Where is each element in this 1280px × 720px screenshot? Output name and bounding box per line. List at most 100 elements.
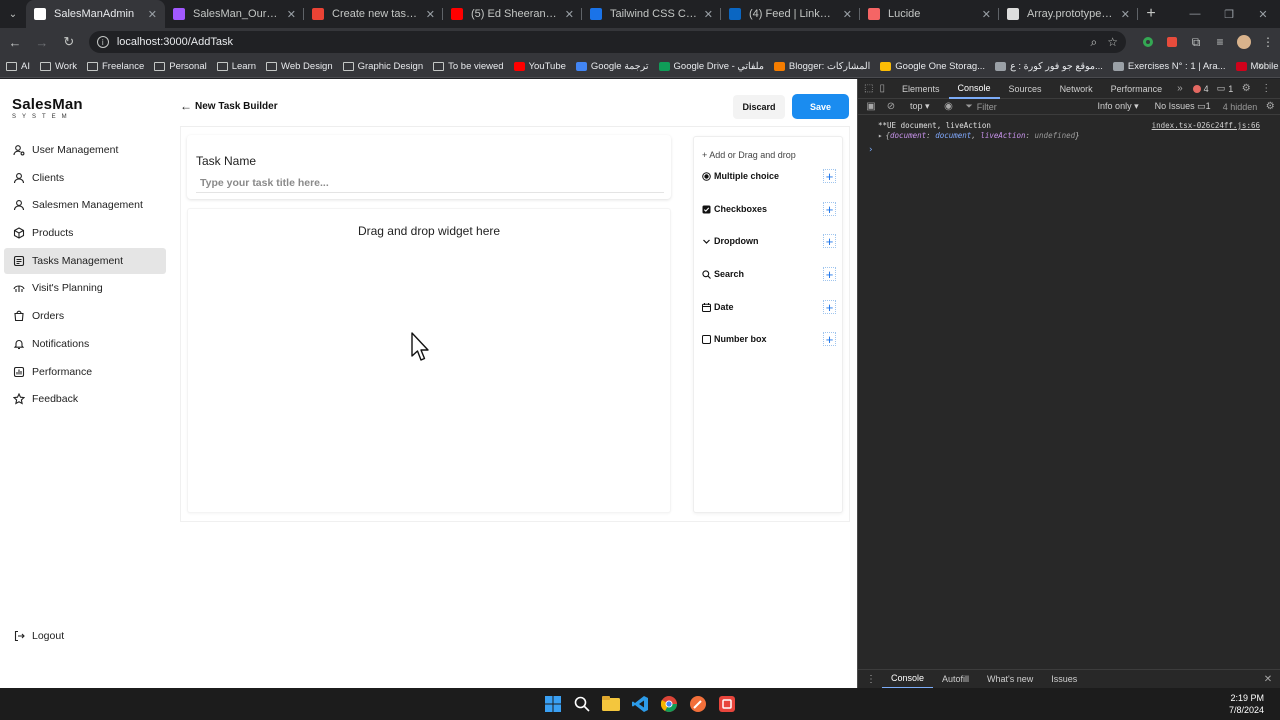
forward-icon[interactable]: →	[30, 30, 54, 54]
live-expression-eye-icon[interactable]: ◉	[942, 100, 956, 114]
sidebar-item-notifications[interactable]: Notifications	[4, 331, 166, 357]
bookmark-item[interactable]: Work	[39, 61, 77, 72]
profile-avatar[interactable]	[1232, 30, 1256, 54]
bookmark-item[interactable]: YouTube	[513, 61, 566, 72]
url-text[interactable]: localhost:3000/AddTask	[117, 36, 1081, 48]
tab-close-icon[interactable]: ✕	[148, 8, 157, 21]
console-filter-input[interactable]: ⏷ Filter	[966, 100, 1090, 114]
drawer-tab-autofill[interactable]: Autofill	[933, 670, 978, 689]
sidebar-item-clients[interactable]: Clients	[4, 165, 166, 191]
sidebar-item-feedback[interactable]: Feedback	[4, 386, 166, 412]
bookmark-item[interactable]: Exercises N° : 1 | Ara...	[1112, 61, 1226, 72]
tab-close-icon[interactable]: ✕	[1121, 8, 1130, 21]
close-drawer-icon[interactable]: ✕	[1261, 672, 1275, 686]
widget-checkboxes[interactable]: Checkboxes +	[702, 200, 836, 218]
tab-close-icon[interactable]: ✕	[565, 8, 574, 21]
devtools-tab-performance[interactable]: Performance	[1102, 79, 1172, 99]
context-selector[interactable]: top ▾	[910, 101, 930, 112]
sidebar-item-orders[interactable]: Orders	[4, 303, 166, 329]
widget-search[interactable]: Search +	[702, 265, 836, 283]
bookmark-item[interactable]: Graphic Design	[342, 61, 423, 72]
bookmark-item[interactable]: Web Design	[266, 61, 333, 72]
media-control-icon[interactable]: ≡	[1208, 30, 1232, 54]
console-prompt[interactable]: ›	[858, 145, 1280, 155]
save-button[interactable]: Save	[792, 94, 849, 119]
bookmark-star-icon[interactable]: ☆	[1107, 35, 1118, 49]
add-widget-plus-icon[interactable]: +	[823, 267, 836, 282]
bookmarks-overflow-icon[interactable]: »	[1258, 60, 1264, 72]
tab-close-icon[interactable]: ✕	[426, 8, 435, 21]
devtools-menu-icon[interactable]: ⋮	[1259, 82, 1273, 96]
error-counter[interactable]: 4	[1192, 84, 1209, 94]
add-widget-plus-icon[interactable]: +	[823, 300, 836, 315]
tab-close-icon[interactable]: ✕	[843, 8, 852, 21]
console-settings-icon[interactable]: ⚙	[1263, 100, 1277, 114]
console-log-object[interactable]: ▸ {document: document, liveAction: undefi…	[858, 131, 1280, 141]
red-app-icon[interactable]	[715, 692, 739, 716]
bookmark-item[interactable]: Learn	[216, 61, 256, 72]
browser-tab[interactable]: SalesManAdmin ✕	[26, 0, 165, 28]
browser-tab[interactable]: Create new task | #86enm ✕	[304, 0, 443, 28]
drawer-tab-console[interactable]: Console	[882, 670, 934, 689]
browser-tab[interactable]: Tailwind CSS Cheat Sheet ✕	[582, 0, 721, 28]
back-icon[interactable]: ←	[3, 30, 27, 54]
bookmark-item[interactable]: موقع جو فور كورة : ع...	[995, 61, 1103, 72]
system-clock[interactable]: 2:19 PM 7/8/2024	[1229, 692, 1264, 716]
devtools-tab-elements[interactable]: Elements	[893, 79, 949, 99]
extension-green-icon[interactable]	[1136, 30, 1160, 54]
browser-tab[interactable]: Array.prototype.toSpliced ✕	[999, 0, 1138, 28]
settings-gear-icon[interactable]: ⚙	[1239, 82, 1253, 96]
task-title-input[interactable]	[196, 173, 664, 193]
drawer-tab-what-s-new[interactable]: What's new	[978, 670, 1042, 689]
chrome-menu-icon[interactable]: ⋮	[1256, 30, 1280, 54]
add-widget-plus-icon[interactable]: +	[823, 332, 836, 347]
restore-icon[interactable]: ❐	[1212, 0, 1246, 28]
tab-close-icon[interactable]: ✕	[704, 8, 713, 21]
file-explorer-icon[interactable]	[599, 692, 623, 716]
sidebar-item-salesmen-management[interactable]: Salesmen Management	[4, 192, 166, 218]
site-info-icon[interactable]: i	[96, 36, 109, 48]
bookmark-item[interactable]: Blogger: المشاركات	[773, 61, 870, 72]
devtools-tab-console[interactable]: Console	[948, 79, 1000, 99]
new-tab-button[interactable]: +	[1138, 0, 1164, 28]
discard-button[interactable]: Discard	[733, 95, 785, 119]
bookmark-item[interactable]: Personal	[154, 61, 207, 72]
widget-dropdown[interactable]: Dropdown +	[702, 232, 836, 250]
bookmark-item[interactable]: Google One Storag...	[880, 61, 985, 72]
logout-button[interactable]: Logout	[12, 629, 64, 643]
clear-console-icon[interactable]: ⊘	[884, 100, 898, 114]
sidebar-item-user-management[interactable]: User Management	[4, 137, 166, 163]
sidebar-item-performance[interactable]: Performance	[4, 359, 166, 385]
drawer-tab-issues[interactable]: Issues	[1042, 670, 1086, 689]
sidebar-toggle-icon[interactable]: ▣	[864, 100, 878, 114]
bookmark-item[interactable]: Google ترجمة	[575, 61, 649, 72]
add-widget-plus-icon[interactable]: +	[823, 234, 836, 249]
bookmark-item[interactable]: AI	[6, 61, 30, 72]
extension-red-icon[interactable]	[1160, 30, 1184, 54]
browser-tab[interactable]: (5) Ed Sheeran - Perfect (✕	[443, 0, 582, 28]
browser-tab[interactable]: Lucide ✕	[860, 0, 999, 28]
back-arrow-icon[interactable]: ←	[180, 99, 192, 113]
sidebar-item-products[interactable]: Products	[4, 220, 166, 246]
extensions-puzzle-icon[interactable]: ⧉	[1184, 30, 1208, 54]
minimize-icon[interactable]: —	[1178, 0, 1212, 28]
reload-icon[interactable]: ↻	[57, 30, 81, 54]
drawer-menu-icon[interactable]: ⋮	[864, 672, 878, 686]
tab-close-icon[interactable]: ✕	[287, 8, 296, 21]
bookmark-item[interactable]: Google Drive - ملفاتي	[658, 61, 764, 72]
close-window-icon[interactable]: ✕	[1246, 0, 1280, 28]
search-icon[interactable]	[570, 692, 594, 716]
sidebar-item-tasks-management[interactable]: Tasks Management	[4, 247, 166, 274]
inspect-element-icon[interactable]: ⬚	[864, 82, 873, 96]
windows-start-icon[interactable]	[541, 692, 565, 716]
zoom-icon[interactable]: ⌕	[1091, 35, 1098, 50]
add-widget-plus-icon[interactable]: +	[823, 202, 836, 217]
more-tabs-icon[interactable]: »	[1177, 82, 1183, 96]
add-widget-plus-icon[interactable]: +	[823, 169, 836, 184]
address-bar[interactable]: i localhost:3000/AddTask ⌕ ☆	[88, 31, 1127, 53]
widget-number-box[interactable]: Number box +	[702, 330, 836, 348]
bookmark-item[interactable]: To be viewed	[433, 61, 504, 72]
message-counter[interactable]: ▭ 1	[1217, 83, 1234, 94]
browser-tab[interactable]: (4) Feed | LinkedIn ✕	[721, 0, 860, 28]
chrome-icon[interactable]	[657, 692, 681, 716]
